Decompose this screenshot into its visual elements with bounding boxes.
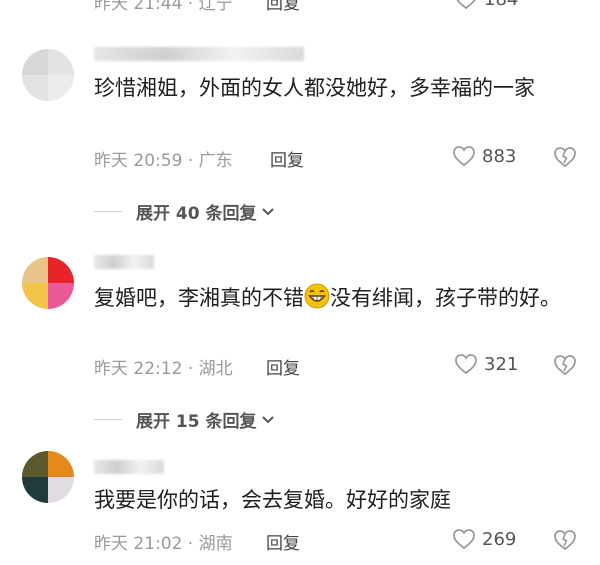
comment-text: 我要是你的话，会去复婚。好好的家庭 xyxy=(94,488,451,512)
expand-replies-button[interactable]: 展开 15 条回复 xyxy=(94,407,275,432)
username-blurred[interactable] xyxy=(94,255,154,269)
broken-heart-icon xyxy=(553,354,577,376)
comment-text: 复婚吧，李湘真的不错 没有绯闻，孩子带的好。 xyxy=(94,281,584,319)
comment-time-location: 昨天 22:12 · 湖北 xyxy=(94,359,233,379)
like-count: 269 xyxy=(482,528,517,550)
username-blurred[interactable] xyxy=(94,47,304,61)
dislike-button[interactable] xyxy=(553,146,577,168)
comment-text: 珍惜湘姐，外面的女人都没她好，多幸福的一家 xyxy=(94,76,535,100)
heart-outline-icon xyxy=(452,528,476,550)
grinning-face-icon xyxy=(304,283,330,319)
avatar[interactable] xyxy=(22,451,74,503)
like-count: 883 xyxy=(482,145,517,167)
expand-replies-label: 展开 40 条回复 xyxy=(136,204,257,224)
top-time-location: 昨天 21:44 · 辽宁 xyxy=(94,0,233,14)
chevron-down-icon xyxy=(261,410,275,430)
username-blurred[interactable] xyxy=(94,460,164,474)
like-button[interactable]: 883 xyxy=(452,145,516,167)
comment-time-location: 昨天 20:59 · 广东 xyxy=(94,151,233,171)
top-like-count: 184 xyxy=(484,0,518,10)
divider xyxy=(94,211,122,212)
reply-button[interactable]: 回复 xyxy=(270,146,304,171)
heart-outline-icon xyxy=(452,145,476,167)
comment-text-part-2: 没有绯闻，孩子带的好。 xyxy=(330,286,561,310)
divider xyxy=(94,419,122,420)
comment-time-location: 昨天 21:02 · 湖南 xyxy=(94,534,233,554)
like-button[interactable]: 269 xyxy=(452,528,516,550)
top-reply-button[interactable]: 回复 xyxy=(266,0,300,14)
heart-outline-icon xyxy=(454,0,478,10)
avatar[interactable] xyxy=(22,49,74,101)
expand-replies-button[interactable]: 展开 40 条回复 xyxy=(94,199,275,224)
reply-button[interactable]: 回复 xyxy=(266,529,300,554)
heart-outline-icon xyxy=(454,353,478,375)
like-button[interactable]: 321 xyxy=(454,353,518,375)
dislike-button[interactable] xyxy=(553,529,577,551)
broken-heart-icon xyxy=(553,529,577,551)
avatar[interactable] xyxy=(22,257,74,309)
broken-heart-icon xyxy=(553,146,577,168)
reply-button[interactable]: 回复 xyxy=(266,354,300,379)
expand-replies-label: 展开 15 条回复 xyxy=(136,412,257,432)
like-count: 321 xyxy=(484,353,519,375)
chevron-down-icon xyxy=(261,202,275,222)
comment-text-part-1: 复婚吧，李湘真的不错 xyxy=(94,286,304,310)
top-like-button[interactable]: 184 xyxy=(454,0,518,10)
dislike-button[interactable] xyxy=(553,354,577,376)
